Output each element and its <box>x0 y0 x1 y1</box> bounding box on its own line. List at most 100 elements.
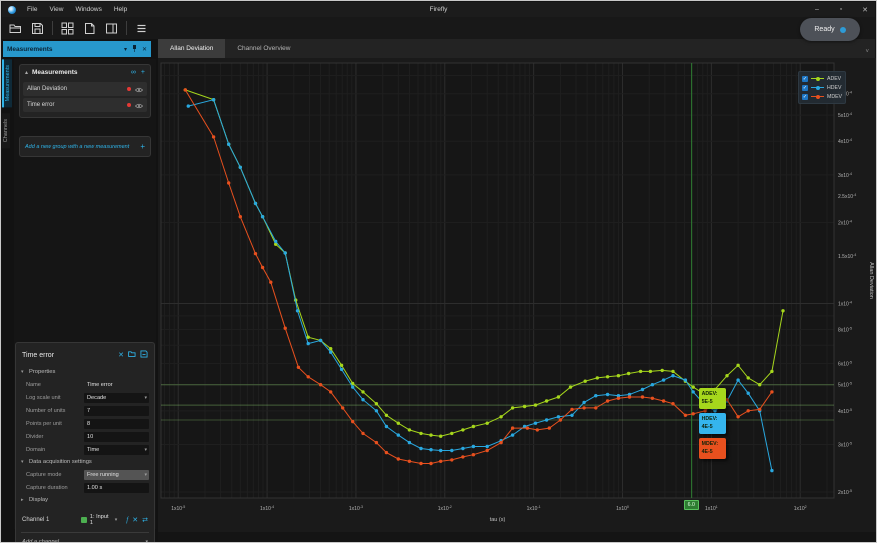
property-input-number-of-units[interactable]: 7 <box>84 406 149 416</box>
property-row: Points per unit8 <box>16 417 154 430</box>
property-value: 1.00 s <box>87 485 102 491</box>
property-value: 7 <box>87 408 90 414</box>
dock-tab-measurements[interactable]: Measurements <box>2 59 12 107</box>
collapse-caret-icon[interactable]: ▴ <box>25 69 28 76</box>
tab-allan-deviation[interactable]: Allan Deviation <box>158 39 225 58</box>
legend-line-sample <box>811 96 824 97</box>
plot-area[interactable] <box>161 63 834 498</box>
property-input-points-per-unit[interactable]: 8 <box>84 419 149 429</box>
folder-open-icon[interactable] <box>128 350 136 360</box>
tick-label: 1x10-2 <box>438 505 452 512</box>
property-select-domain[interactable]: Time▾ <box>84 445 149 455</box>
divider <box>21 532 149 533</box>
pin-icon[interactable] <box>132 45 137 54</box>
dock-panel-header: Measurements ▾ ✕ <box>3 41 151 57</box>
chevron-down-icon[interactable]: ▾ <box>115 517 118 523</box>
remove-channel-icon[interactable]: ✕ <box>132 516 138 524</box>
y-axis-ticks: 2x10-53x10-54x10-55x10-56x10-58x10-51x10… <box>838 91 856 496</box>
legend-item-hdev[interactable]: ✓ HDEV <box>802 83 842 92</box>
window-layout-icon[interactable] <box>104 21 119 36</box>
tick-label: 2.5x10-4 <box>838 193 856 200</box>
channel-label: Channel 1 <box>22 517 81 523</box>
workspace-grid-icon[interactable] <box>60 21 75 36</box>
chart-canvas[interactable]: 1x10-51x10-41x10-31x10-21x10-11x1001x101… <box>158 58 877 532</box>
property-select-capture-mode[interactable]: Free running▾ <box>84 470 149 480</box>
property-row: DomainTime▾ <box>16 443 154 456</box>
channel-row: Channel 1 1: Input 1 ▾ f ✕ ⇄ <box>16 512 154 528</box>
property-select-log-scale-unit[interactable]: Decade▾ <box>84 393 149 403</box>
new-file-icon[interactable] <box>82 21 97 36</box>
dock-tab-channels[interactable]: Channels <box>2 113 10 148</box>
channel-select[interactable]: 1: Input 1 <box>90 514 113 526</box>
properties-panel: Time error ✕ ▾PropertiesNameTime errorLo… <box>15 342 155 543</box>
section-header-properties[interactable]: ▾Properties <box>16 366 154 378</box>
swap-icon[interactable]: ⇄ <box>142 516 148 524</box>
legend-item-adev[interactable]: ✓ ADEV <box>802 74 842 83</box>
visibility-eye-icon[interactable] <box>135 96 143 114</box>
section-header-display[interactable]: ▸Display <box>16 494 154 506</box>
tab-overflow-caret-icon[interactable]: ˅ <box>865 49 869 55</box>
menu-list-icon[interactable] <box>134 21 149 36</box>
link-icon[interactable]: ∞ <box>131 69 136 76</box>
measurement-group-card: ▴ Measurements ∞ + Allan Deviation Time e… <box>19 64 151 118</box>
minimize-button[interactable]: – <box>811 6 823 13</box>
ready-status-button[interactable]: Ready <box>800 18 860 41</box>
legend-label: HDEV <box>827 85 841 91</box>
property-value: 8 <box>87 421 90 427</box>
group-title: Measurements <box>32 69 126 76</box>
maximize-button[interactable]: ▫ <box>835 6 847 13</box>
folder-open-icon[interactable] <box>8 21 23 36</box>
title-bar: FileViewWindowsHelp Firefly –▫✕ <box>2 2 875 17</box>
tick-label: 2x10-5 <box>838 489 852 496</box>
section-header-data-acquisition-settings[interactable]: ▾Data acquisition settings <box>16 456 154 468</box>
menu-view[interactable]: View <box>43 2 69 17</box>
dock-panel-title: Measurements <box>7 46 124 53</box>
cursor-value-badge[interactable]: 6.0 <box>684 500 699 510</box>
property-label: Capture mode <box>26 472 84 478</box>
legend-checkbox[interactable]: ✓ <box>802 85 808 91</box>
measurement-item[interactable]: Allan Deviation <box>23 82 147 96</box>
tick-label: 1x10-1 <box>527 505 541 512</box>
legend-label: ADEV <box>827 76 841 82</box>
main-toolbar <box>2 17 875 39</box>
left-dock: Measurements ▾ ✕ Measurements Channels ▴ … <box>2 39 158 541</box>
badge-series-name: HDEV: <box>702 415 723 423</box>
properties-panel-title: Time error <box>22 352 114 359</box>
close-icon[interactable]: ✕ <box>142 46 147 53</box>
tick-label: 5x10-4 <box>838 112 852 119</box>
close-button[interactable]: ✕ <box>859 6 871 14</box>
channel-color-swatch <box>81 517 87 523</box>
chevron-down-icon: ▾ <box>145 539 148 543</box>
tab-channel-overview[interactable]: Channel Overview <box>225 39 302 58</box>
add-channel-button[interactable]: Add a channel ▾ <box>16 537 154 543</box>
legend-checkbox[interactable]: ✓ <box>802 76 808 82</box>
menu-file[interactable]: File <box>21 2 43 17</box>
legend-checkbox[interactable]: ✓ <box>802 94 808 100</box>
status-dot-icon <box>840 27 846 33</box>
measurement-item[interactable]: Time error <box>23 98 147 112</box>
add-measurement-icon[interactable]: + <box>141 69 145 76</box>
record-status-dot <box>127 87 131 91</box>
measurement-item-label: Time error <box>27 102 127 108</box>
chevron-down-icon[interactable]: ▾ <box>124 46 127 53</box>
add-group-button[interactable]: Add a new group with a new measurement + <box>19 136 151 157</box>
window-controls: – ▫ ✕ <box>811 2 871 17</box>
property-value: Time error <box>87 382 113 388</box>
property-input-divider[interactable]: 10 <box>84 432 149 442</box>
property-input-capture-duration[interactable]: 1.00 s <box>84 483 149 493</box>
function-icon[interactable]: f <box>126 516 128 524</box>
x-axis-ticks: 1x10-51x10-41x10-31x10-21x10-11x1001x101… <box>171 505 806 512</box>
chart-legend: ✓ ADEV ✓ HDEV✓MDEV <box>798 71 846 104</box>
legend-item-mdev[interactable]: ✓MDEV <box>802 92 842 101</box>
allan-deviation-chart[interactable]: 1x10-51x10-41x10-31x10-21x10-11x1001x101… <box>158 58 877 532</box>
section-label: Data acquisition settings <box>29 459 92 465</box>
save-icon[interactable] <box>30 21 45 36</box>
save-icon[interactable] <box>140 350 148 360</box>
menu-windows[interactable]: Windows <box>69 2 107 17</box>
property-row: Divider10 <box>16 430 154 443</box>
badge-series-name: ADEV: <box>702 390 723 398</box>
close-icon[interactable]: ✕ <box>118 351 124 359</box>
property-value: Decade <box>87 395 106 401</box>
menu-help[interactable]: Help <box>108 2 133 17</box>
ready-label: Ready <box>814 26 834 33</box>
